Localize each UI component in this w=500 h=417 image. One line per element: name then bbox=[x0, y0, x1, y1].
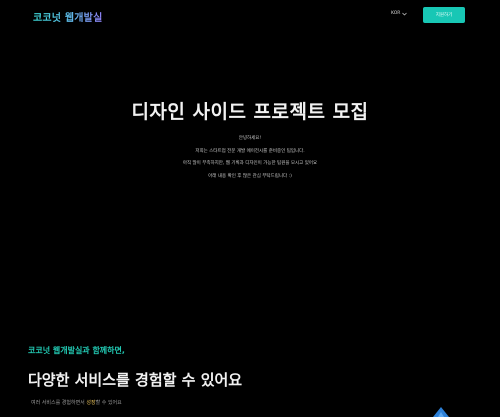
section-description: 여러 서비스를 경험하면서 성장할 수 있어요 bbox=[31, 399, 122, 406]
hero-line: 안녕하세요! bbox=[238, 136, 262, 141]
section-desc-suffix: 할 수 있어요 bbox=[95, 400, 122, 406]
hero-line: 아래 내용 확인 후 많은 관심 부탁드립니다 :) bbox=[208, 173, 292, 179]
language-selector[interactable]: KOR bbox=[391, 11, 408, 16]
language-label: KOR bbox=[391, 11, 401, 16]
section-desc-highlight: 성장 bbox=[86, 400, 96, 406]
chevron-down-icon bbox=[402, 12, 408, 15]
page: 코코넛 웹개발실 KOR 지원하기 디자인 사이드 프로젝트 모집 안녕하세요!… bbox=[0, 0, 500, 417]
section-desc-prefix: 여러 서비스를 경험하면서 bbox=[31, 400, 87, 406]
header: 코코넛 웹개발실 KOR 지원하기 bbox=[0, 0, 500, 32]
section-subtitle: 코코넛 웹개발실과 함께하면, bbox=[28, 346, 125, 355]
site-logo[interactable]: 코코넛 웹개발실 bbox=[33, 9, 102, 24]
section-title: 다양한 서비스를 경험할 수 있어요 bbox=[28, 371, 243, 389]
hero-line: 아직 많이 부족하지만, 웹 기획과 디자인이 가능한 팀원을 모시고 있어요 bbox=[182, 161, 318, 167]
contact-button[interactable]: 지원하기 bbox=[423, 7, 465, 23]
decorative-shape-icon bbox=[433, 407, 449, 417]
hero-line: 저희는 스타트업 전문 개발 에이전시를 준비중인 팀입니다. bbox=[195, 148, 305, 154]
hero-intro: 안녕하세요! 저희는 스타트업 전문 개발 에이전시를 준비중인 팀입니다. 아… bbox=[0, 133, 500, 183]
hero-title: 디자인 사이드 프로젝트 모집 bbox=[131, 101, 369, 123]
